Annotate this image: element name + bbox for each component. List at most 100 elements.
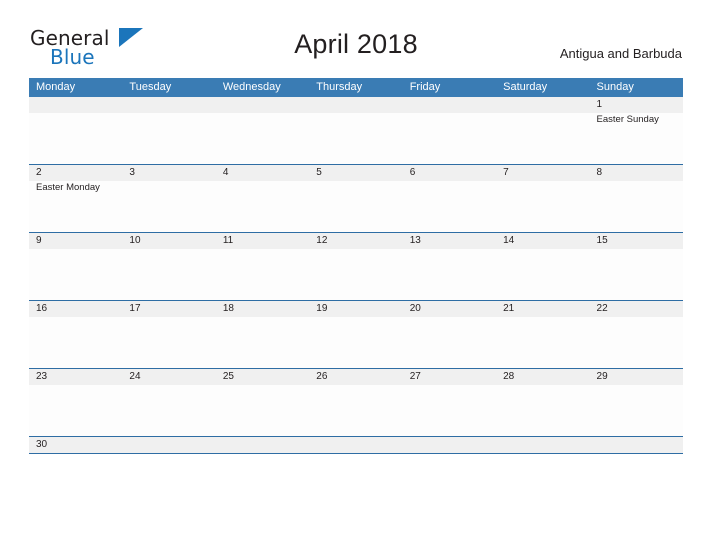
- day-cell[interactable]: [590, 181, 683, 232]
- day-cell[interactable]: [216, 317, 309, 368]
- day-cell[interactable]: [216, 385, 309, 436]
- day-number[interactable]: 8: [590, 165, 683, 181]
- day-number[interactable]: 29: [590, 369, 683, 385]
- week-body: Easter Monday: [29, 181, 683, 232]
- day-cell[interactable]: [496, 181, 589, 232]
- day-number[interactable]: 19: [309, 301, 402, 317]
- day-number[interactable]: 7: [496, 165, 589, 181]
- day-cell[interactable]: [496, 249, 589, 300]
- day-cell[interactable]: [309, 317, 402, 368]
- day-number[interactable]: 28: [496, 369, 589, 385]
- week-date-band: 2345678: [29, 165, 683, 181]
- day-number[interactable]: 22: [590, 301, 683, 317]
- day-number[interactable]: 16: [29, 301, 122, 317]
- day-cell[interactable]: [122, 181, 215, 232]
- week-body: Easter Sunday: [29, 113, 683, 164]
- day-number[interactable]: 12: [309, 233, 402, 249]
- week-date-band: 9 10 11 12 13 14 15: [29, 233, 683, 249]
- day-cell[interactable]: [496, 317, 589, 368]
- calendar-page: General Blue April 2018 Antigua and Barb…: [0, 0, 712, 550]
- week-body: [29, 317, 683, 368]
- day-cell[interactable]: [590, 249, 683, 300]
- day-cell: [309, 113, 402, 164]
- day-number[interactable]: 13: [403, 233, 496, 249]
- week-date-band: 1: [29, 97, 683, 113]
- day-number[interactable]: 30: [29, 437, 122, 453]
- day-number[interactable]: 4: [216, 165, 309, 181]
- day-number-empty: [590, 437, 683, 453]
- weekday-header-friday: Friday: [409, 81, 441, 93]
- page-header: General Blue April 2018 Antigua and Barb…: [0, 0, 712, 78]
- day-cell[interactable]: [122, 317, 215, 368]
- day-cell[interactable]: [403, 385, 496, 436]
- day-cell[interactable]: [29, 317, 122, 368]
- region-label: Antigua and Barbuda: [559, 46, 682, 61]
- day-number[interactable]: 5: [309, 165, 402, 181]
- day-number-empty: [309, 437, 402, 453]
- calendar-week-row: 9 10 11 12 13 14 15: [29, 232, 683, 300]
- weekday-header-row: Monday Tuesday Wednesday Thursday Friday…: [29, 78, 683, 97]
- calendar-week-row: 1 Easter Sunday: [29, 97, 683, 164]
- day-number[interactable]: 1: [590, 97, 683, 113]
- day-number[interactable]: 17: [122, 301, 215, 317]
- weekday-header-tuesday: Tuesday: [129, 81, 172, 93]
- day-number[interactable]: 9: [29, 233, 122, 249]
- day-number[interactable]: 11: [216, 233, 309, 249]
- day-cell[interactable]: Easter Monday: [29, 181, 122, 232]
- day-number[interactable]: 26: [309, 369, 402, 385]
- day-cell[interactable]: [216, 249, 309, 300]
- week-date-band: 30: [29, 437, 683, 453]
- day-number[interactable]: 23: [29, 369, 122, 385]
- day-number[interactable]: 15: [590, 233, 683, 249]
- day-number[interactable]: 3: [122, 165, 215, 181]
- day-number[interactable]: 20: [403, 301, 496, 317]
- day-cell[interactable]: [403, 317, 496, 368]
- weekday-header-sunday: Sunday: [596, 81, 634, 93]
- day-number[interactable]: 10: [122, 233, 215, 249]
- calendar-week-row: 30: [29, 436, 683, 453]
- day-number[interactable]: 25: [216, 369, 309, 385]
- day-number[interactable]: 24: [122, 369, 215, 385]
- day-cell[interactable]: [496, 385, 589, 436]
- calendar-week-row: 23 24 25 26 27 28 29: [29, 368, 683, 436]
- day-cell[interactable]: [309, 385, 402, 436]
- day-number-empty: [216, 97, 309, 113]
- calendar-grid: Monday Tuesday Wednesday Thursday Friday…: [29, 78, 683, 454]
- day-number-empty: [122, 437, 215, 453]
- day-cell[interactable]: [122, 249, 215, 300]
- day-cell: [216, 113, 309, 164]
- day-number[interactable]: 27: [403, 369, 496, 385]
- day-number-empty: [309, 97, 402, 113]
- holiday-event-label: Easter Sunday: [596, 114, 659, 125]
- week-body: [29, 249, 683, 300]
- day-cell[interactable]: Easter Sunday: [590, 113, 683, 164]
- day-cell[interactable]: [590, 385, 683, 436]
- weekday-header-wednesday: Wednesday: [222, 81, 281, 93]
- day-number[interactable]: 18: [216, 301, 309, 317]
- weekday-header-thursday: Thursday: [316, 81, 363, 93]
- day-cell[interactable]: [309, 181, 402, 232]
- day-number-empty: [29, 97, 122, 113]
- day-number-empty: [496, 97, 589, 113]
- day-cell[interactable]: [122, 385, 215, 436]
- day-cell: [29, 113, 122, 164]
- day-number-empty: [496, 437, 589, 453]
- day-number-empty: [216, 437, 309, 453]
- day-cell[interactable]: [29, 249, 122, 300]
- week-date-band: 16 17 18 19 20 21 22: [29, 301, 683, 317]
- day-cell[interactable]: [403, 181, 496, 232]
- day-cell: [122, 113, 215, 164]
- day-cell[interactable]: [216, 181, 309, 232]
- day-cell: [403, 113, 496, 164]
- day-cell[interactable]: [309, 249, 402, 300]
- day-cell: [496, 113, 589, 164]
- day-cell[interactable]: [590, 317, 683, 368]
- day-number[interactable]: 2: [29, 165, 122, 181]
- day-cell[interactable]: [403, 249, 496, 300]
- day-cell[interactable]: [29, 385, 122, 436]
- calendar-weeks: 1 Easter Sunday 2 3 4 5 6 7 8 Easter Monday 9 10 11 1…: [29, 97, 683, 453]
- day-number[interactable]: 21: [496, 301, 589, 317]
- day-number[interactable]: 6: [403, 165, 496, 181]
- weekday-header-monday: Monday: [36, 81, 76, 93]
- day-number[interactable]: 14: [496, 233, 589, 249]
